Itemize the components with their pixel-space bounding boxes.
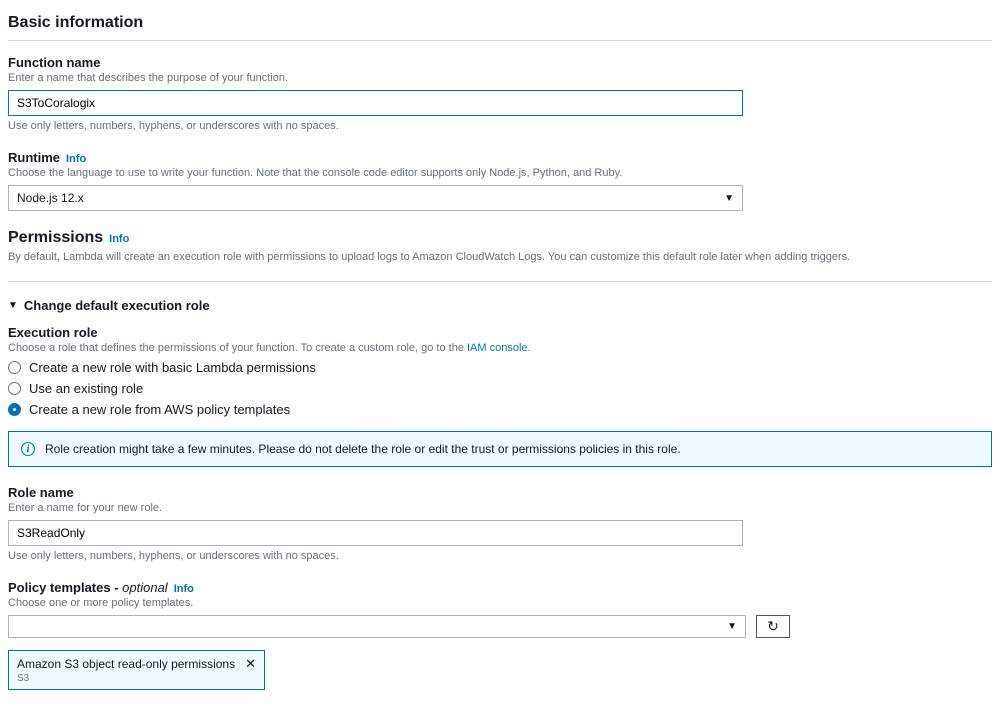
runtime-label: Runtime: [8, 150, 60, 165]
policy-label: Policy templates - optional: [8, 580, 168, 595]
radio-label: Create a new role from AWS policy templa…: [29, 402, 290, 417]
permissions-info-link[interactable]: Info: [109, 233, 129, 245]
iam-console-link[interactable]: IAM console: [467, 342, 528, 354]
expander-label: Change default execution role: [24, 298, 210, 313]
execution-role-label: Execution role: [8, 325, 992, 340]
permissions-desc: By default, Lambda will create an execut…: [8, 251, 992, 263]
refresh-button[interactable]: ↻: [756, 615, 790, 638]
policy-tag: Amazon S3 object read-only permissions ✕…: [8, 650, 265, 690]
caret-down-icon: ▼: [727, 621, 737, 632]
caret-down-icon: ▼: [724, 193, 734, 204]
policy-desc: Choose one or more policy templates.: [8, 597, 992, 609]
alert-text: Role creation might take a few minutes. …: [45, 442, 681, 456]
radio-icon: [8, 361, 21, 374]
radio-option-existing[interactable]: Use an existing role: [8, 381, 992, 396]
function-name-label: Function name: [8, 55, 992, 70]
policy-dropdown[interactable]: ▼: [8, 615, 746, 638]
runtime-dropdown[interactable]: Node.js 12.x ▼: [8, 185, 743, 211]
role-name-help: Use only letters, numbers, hyphens, or u…: [8, 550, 992, 562]
function-name-input[interactable]: [8, 90, 743, 116]
close-icon[interactable]: ✕: [245, 656, 256, 672]
radio-icon: [8, 382, 21, 395]
runtime-info-link[interactable]: Info: [66, 153, 86, 165]
section-title: Basic information: [8, 8, 992, 40]
role-name-label: Role name: [8, 485, 992, 500]
policy-tag-sub: S3: [17, 673, 256, 684]
info-icon: i: [21, 442, 35, 456]
info-alert: i Role creation might take a few minutes…: [8, 431, 992, 467]
radio-option-basic[interactable]: Create a new role with basic Lambda perm…: [8, 360, 992, 375]
execution-role-desc: Choose a role that defines the permissio…: [8, 342, 992, 354]
divider: [8, 281, 992, 282]
radio-label: Use an existing role: [29, 381, 143, 396]
refresh-icon: ↻: [767, 618, 779, 635]
radio-option-templates[interactable]: Create a new role from AWS policy templa…: [8, 402, 992, 417]
policy-info-link[interactable]: Info: [174, 583, 194, 595]
function-name-help: Use only letters, numbers, hyphens, or u…: [8, 120, 992, 132]
permissions-title: Permissions: [8, 229, 103, 247]
runtime-value: Node.js 12.x: [17, 191, 84, 205]
runtime-desc: Choose the language to use to write your…: [8, 167, 992, 179]
policy-tag-title: Amazon S3 object read-only permissions: [17, 657, 235, 671]
radio-label: Create a new role with basic Lambda perm…: [29, 360, 316, 375]
expander-toggle[interactable]: ▼ Change default execution role: [8, 298, 992, 313]
divider: [8, 40, 992, 41]
function-name-desc: Enter a name that describes the purpose …: [8, 72, 992, 84]
role-name-input[interactable]: [8, 520, 743, 546]
radio-icon-selected: [8, 403, 21, 416]
triangle-down-icon: ▼: [8, 300, 18, 311]
role-name-desc: Enter a name for your new role.: [8, 502, 992, 514]
